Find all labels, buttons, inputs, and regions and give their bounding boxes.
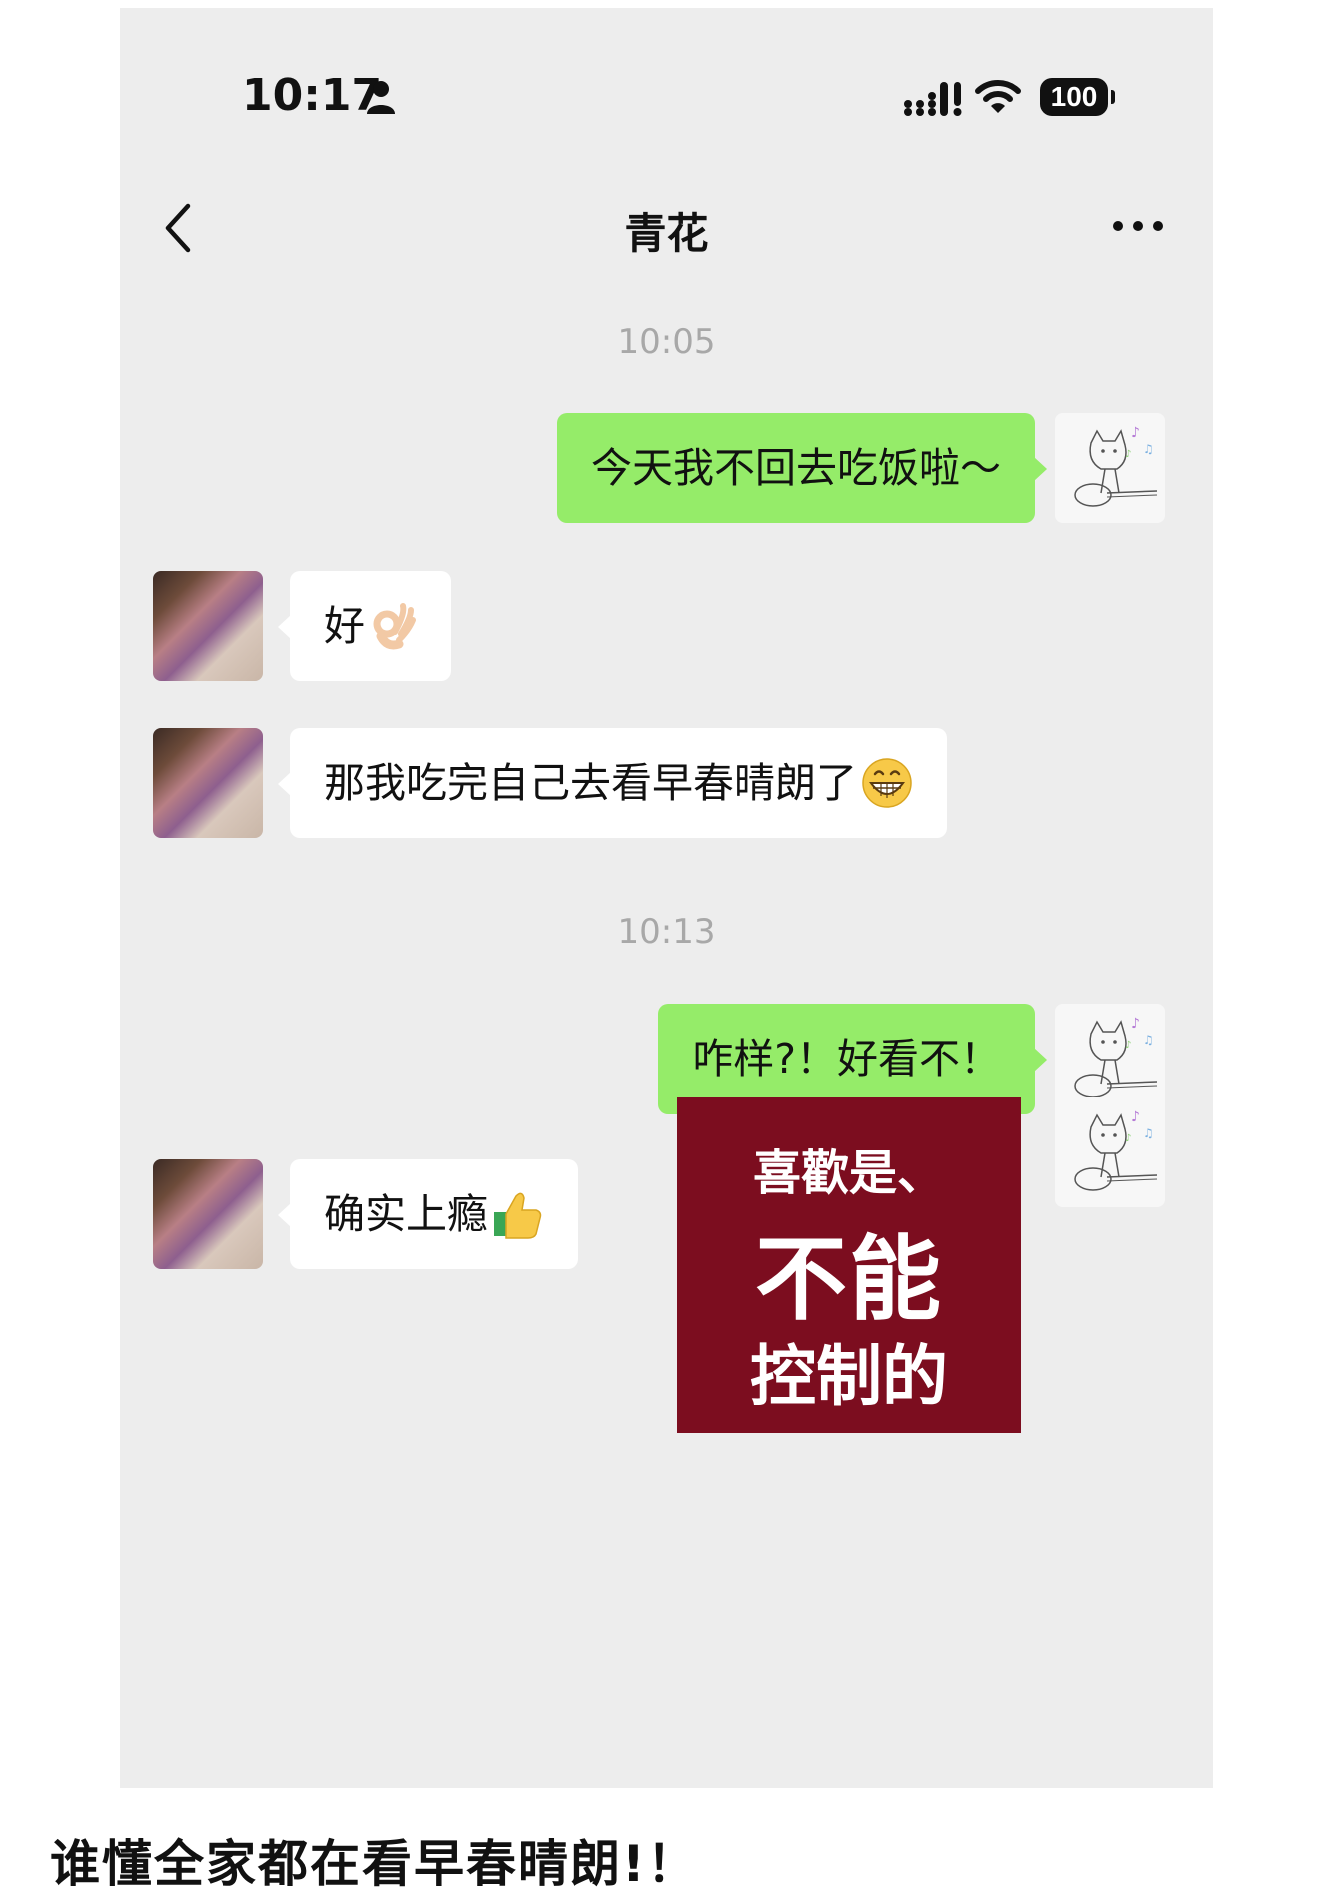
contact-avatar[interactable] — [153, 571, 263, 681]
chat-screen: 10:17 100 青花 10:05 今天我不回去吃饭啦～ ♪ ♫ ♪ 好 那我… — [120, 8, 1213, 1788]
svg-text:♪: ♪ — [1125, 1133, 1131, 1144]
message-text: 咋样?！好看不！ — [692, 1035, 1001, 1083]
svg-text:♪: ♪ — [1131, 425, 1140, 441]
sent-message-bubble[interactable]: 今天我不回去吃饭啦～ — [557, 413, 1047, 523]
message-text: 那我吃完自己去看早春晴朗了 — [324, 759, 857, 807]
received-message-bubble[interactable]: 那我吃完自己去看早春晴朗了 — [278, 728, 947, 838]
thumbs-up-emoji-icon — [494, 1192, 542, 1239]
svg-text:♪: ♪ — [1131, 1109, 1140, 1125]
message-text: 确实上瘾 — [324, 1190, 488, 1238]
my-avatar[interactable]: ♪ ♫ ♪ — [1055, 1097, 1165, 1207]
cat-guitar-avatar-icon: ♪ ♫ ♪ — [1055, 1097, 1165, 1207]
message-timestamp: 10:13 — [617, 912, 716, 952]
grinning-face-emoji-icon — [862, 758, 912, 808]
wifi-icon — [975, 80, 1021, 113]
sticker-text-line: 控制的 — [750, 1337, 948, 1415]
battery-indicator: 100 — [1040, 78, 1108, 116]
post-caption: 谁懂全家都在看早春晴朗!！ — [50, 1835, 699, 1893]
chat-title: 青花 — [624, 209, 709, 258]
contact-avatar[interactable] — [153, 728, 263, 838]
status-bar: 10:17 100 — [120, 8, 1213, 188]
cellular-signal-icon — [904, 82, 962, 116]
svg-text:♫: ♫ — [1143, 1033, 1154, 1047]
page: 10:17 100 青花 10:05 今天我不回去吃饭啦～ ♪ ♫ ♪ 好 那我… — [0, 0, 1320, 1897]
battery-nub — [1111, 90, 1115, 104]
contact-avatar[interactable] — [153, 1159, 263, 1269]
svg-text:♫: ♫ — [1143, 1126, 1154, 1140]
message-text: 好 — [324, 602, 365, 650]
more-options-icon[interactable] — [1110, 218, 1166, 234]
svg-text:♪: ♪ — [1125, 1040, 1131, 1051]
status-time: 10:17 — [242, 70, 383, 121]
sent-sticker-image[interactable]: 喜歡是、 不能 控制的 — [677, 1097, 1021, 1433]
svg-text:♪: ♪ — [1131, 1016, 1140, 1032]
ok-hand-emoji-icon — [373, 603, 416, 650]
svg-text:♫: ♫ — [1143, 442, 1154, 456]
sticker-text-line: 喜歡是、 — [752, 1145, 945, 1201]
sticker-text-line: 不能 — [754, 1225, 943, 1333]
message-timestamp: 10:05 — [617, 322, 716, 362]
message-text: 今天我不回去吃饭啦～ — [591, 444, 1001, 492]
svg-text:♪: ♪ — [1125, 449, 1131, 460]
cat-guitar-avatar-icon: ♪ ♫ ♪ — [1055, 413, 1165, 523]
received-message-bubble[interactable]: 好 — [278, 571, 451, 681]
received-message-bubble[interactable]: 确实上瘾 — [278, 1159, 578, 1269]
person-icon — [367, 81, 395, 114]
my-avatar[interactable]: ♪ ♫ ♪ — [1055, 413, 1165, 523]
